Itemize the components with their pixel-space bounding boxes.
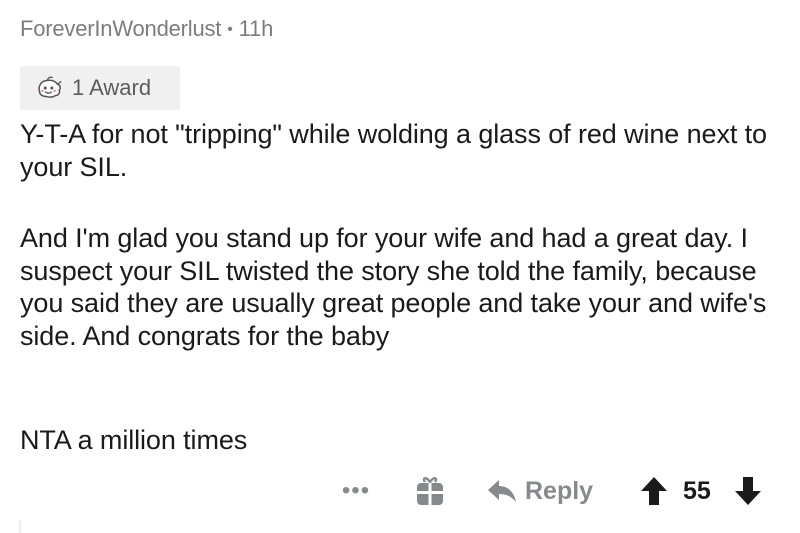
meta-separator: • xyxy=(227,21,233,38)
reply-icon xyxy=(488,480,516,502)
comment-age[interactable]: 11h xyxy=(239,16,274,41)
thread-line[interactable] xyxy=(19,520,21,533)
comment-paragraph: And I'm glad you stand up for your wife … xyxy=(20,223,767,351)
more-options-button[interactable]: ••• xyxy=(339,476,373,506)
reply-label: Reply xyxy=(525,476,594,505)
gift-icon[interactable] xyxy=(414,474,446,508)
downvote-arrow-icon[interactable] xyxy=(734,476,762,506)
wholesome-seal-icon xyxy=(38,76,62,98)
vote-score: 55 xyxy=(683,477,711,505)
author-name[interactable]: ForeverInWonderlust xyxy=(20,16,221,41)
comment-paragraph: Y-T-A for not "tripping" while wolding a… xyxy=(20,119,767,182)
reply-button[interactable]: Reply xyxy=(487,474,593,508)
award-label: 1 Award xyxy=(72,75,152,100)
comment-paragraph: NTA a million times xyxy=(20,425,248,455)
upvote-arrow-icon[interactable] xyxy=(640,476,668,506)
award-badge[interactable]: 1 Award xyxy=(20,66,180,110)
comment-meta: ForeverInWonderlust • 11h xyxy=(20,16,273,42)
comment-actions: ••• Reply 55 xyxy=(0,470,800,514)
